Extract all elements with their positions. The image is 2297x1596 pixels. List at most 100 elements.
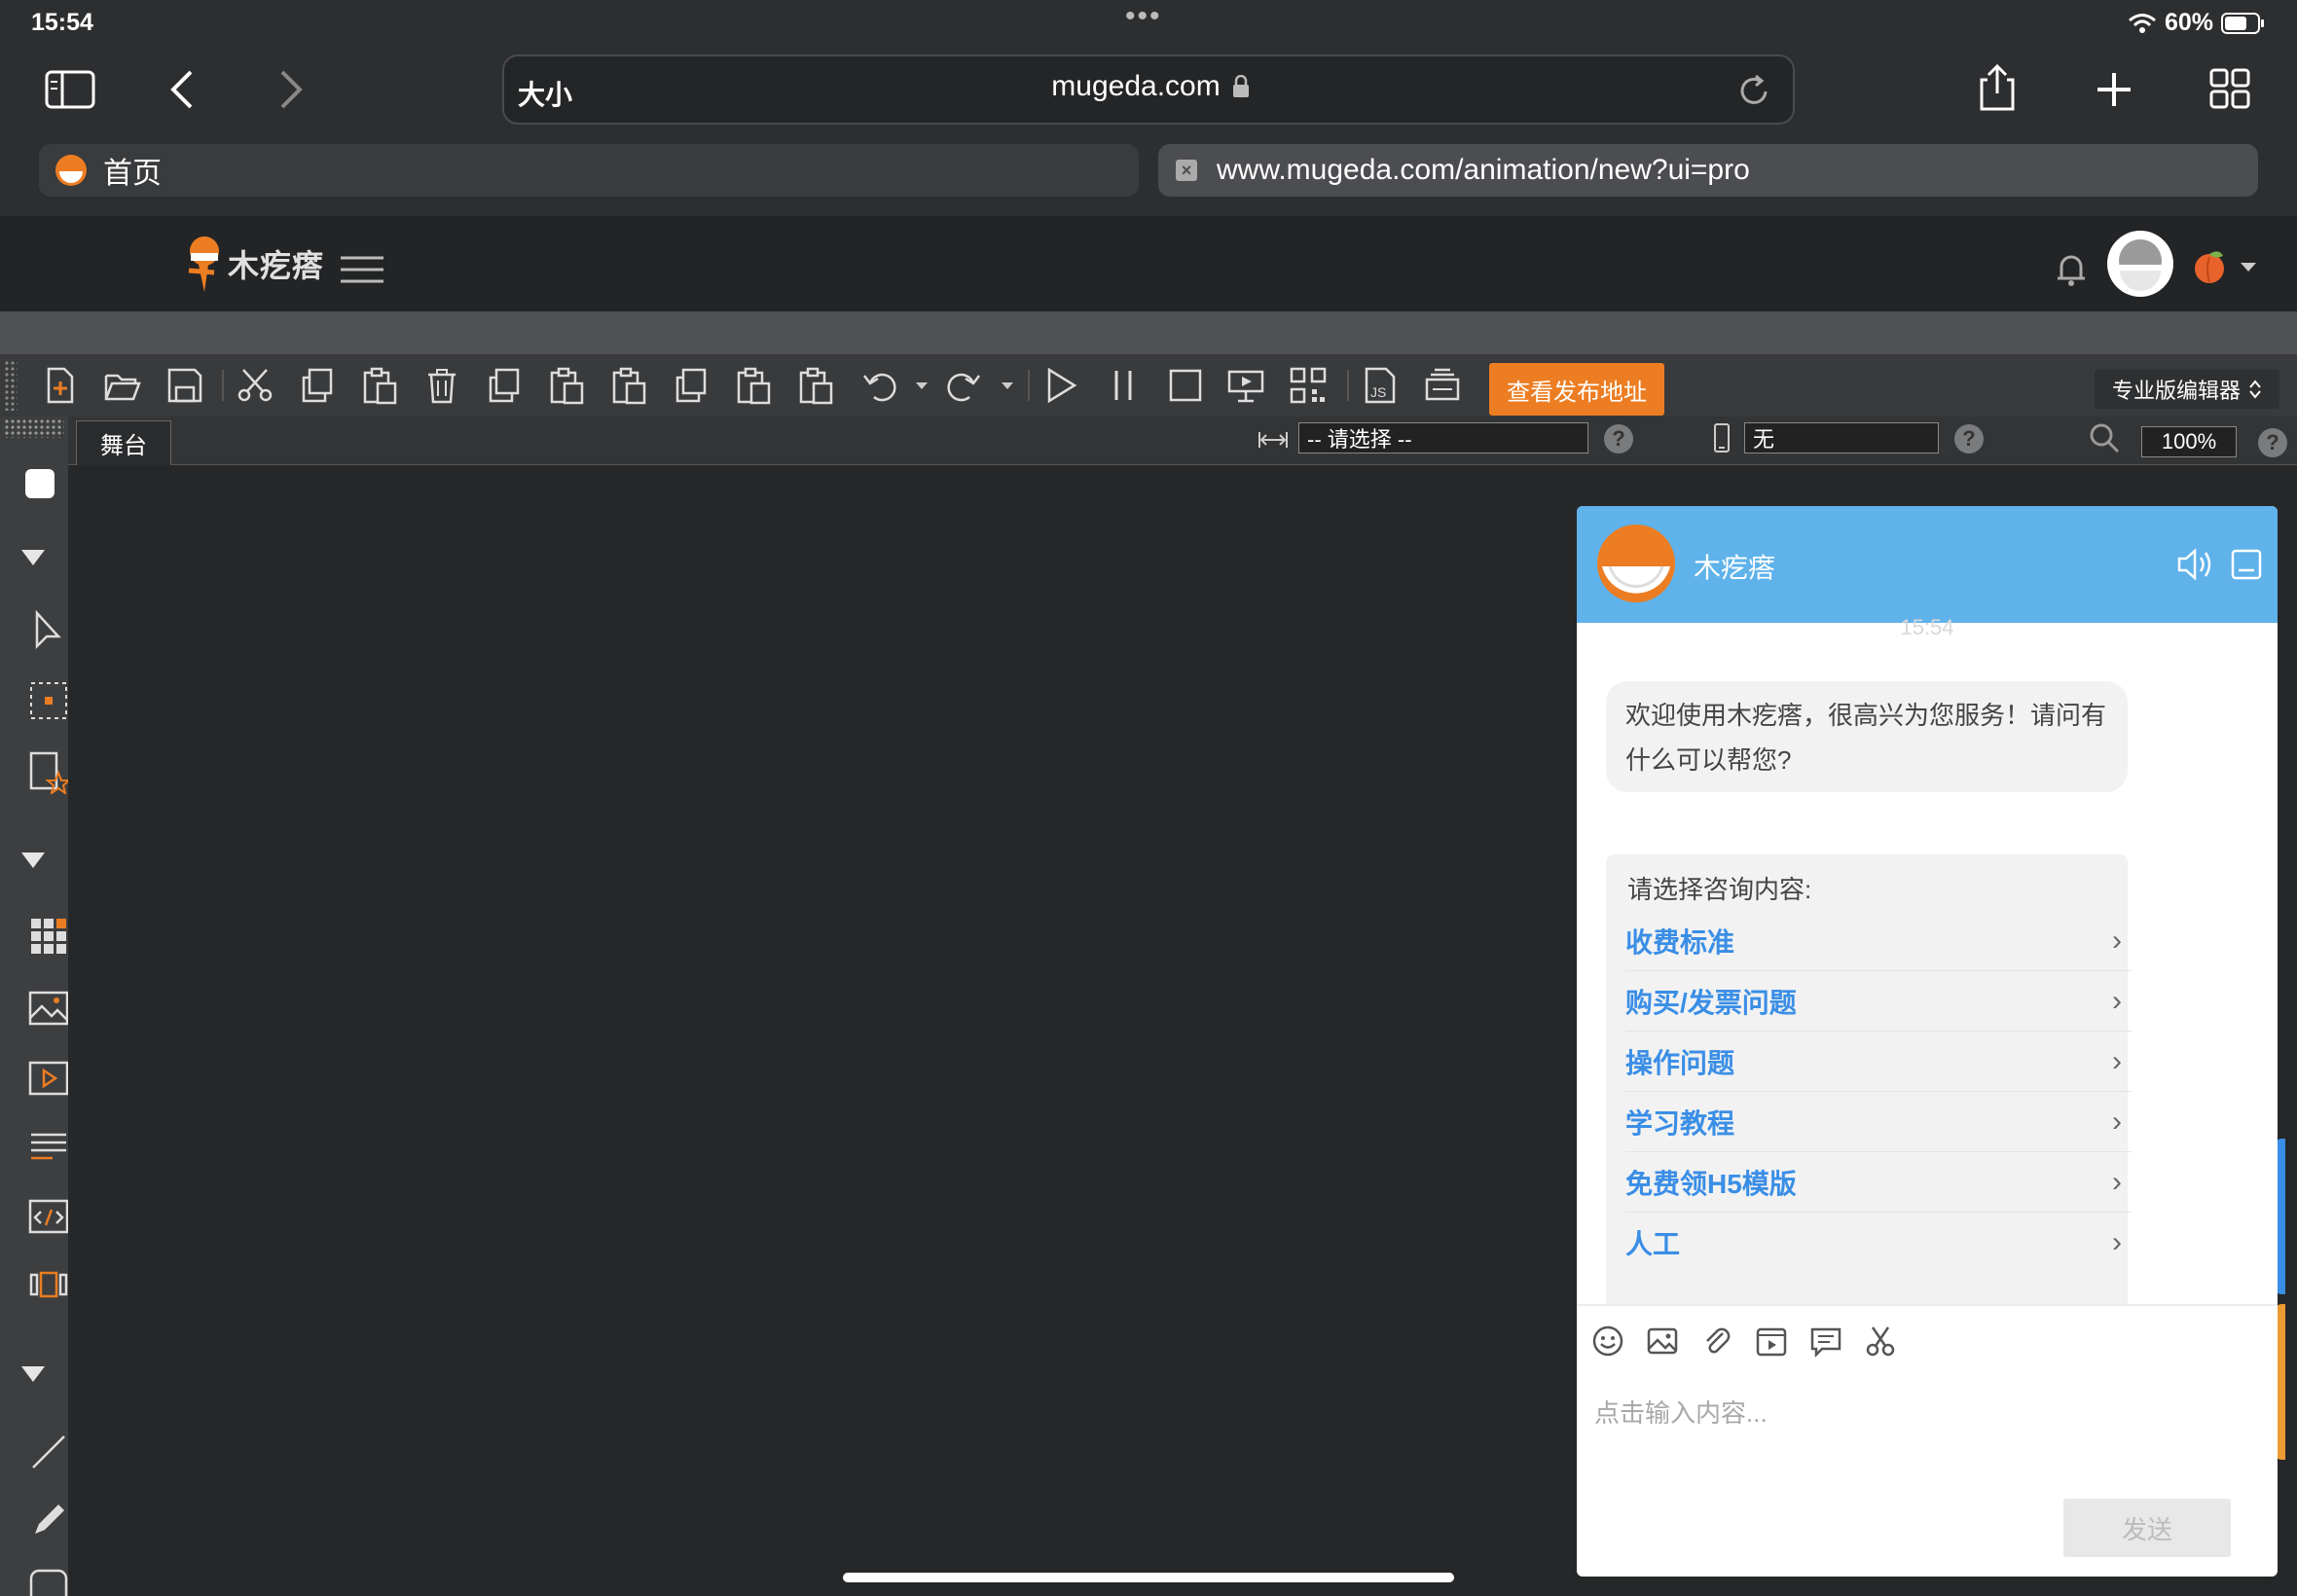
reload-icon[interactable] [1736, 72, 1771, 109]
shape-tool-icon[interactable] [27, 1567, 70, 1596]
chevron-right-icon: › [2112, 1105, 2122, 1138]
menu-item-free-template[interactable]: 免费领H5模版 › [1625, 1152, 2132, 1213]
send-button[interactable]: 发送 [2063, 1499, 2231, 1557]
chat-avatar [1597, 525, 1675, 602]
section-collapse-icon[interactable] [21, 1366, 45, 1382]
site-favicon-icon [55, 155, 87, 186]
url-text: mugeda.com [1051, 70, 1221, 102]
favorite-element-icon[interactable] [27, 751, 70, 794]
line-tool-icon[interactable] [27, 1431, 70, 1473]
editor-mode-select[interactable]: 专业版编辑器 [2095, 370, 2279, 409]
chat-timestamp: 15:54 [1900, 615, 1954, 639]
url-display[interactable]: mugeda.com [504, 70, 1797, 103]
video-icon[interactable] [27, 1057, 70, 1100]
redo-icon[interactable] [944, 366, 983, 405]
section-collapse-icon[interactable] [21, 550, 45, 565]
pencil-tool-icon[interactable] [27, 1499, 70, 1542]
video-upload-icon[interactable] [1754, 1324, 1789, 1359]
menu-item-label: 学习教程 [1625, 1107, 1735, 1139]
cut-icon[interactable] [236, 366, 274, 405]
delete-icon[interactable] [422, 366, 461, 405]
widgets-grid-icon[interactable] [27, 915, 70, 958]
text-icon[interactable] [27, 1125, 70, 1168]
toolbox-checkbox[interactable] [25, 469, 55, 498]
paste-keyframe-icon[interactable] [734, 366, 773, 405]
notification-bell-icon[interactable] [2056, 249, 2087, 288]
html-code-icon[interactable] [27, 1195, 70, 1238]
zoom-input[interactable]: 100% [2141, 426, 2237, 457]
sound-icon[interactable] [2176, 547, 2215, 582]
device-select[interactable]: 无 [1744, 422, 1939, 453]
undo-dropdown-icon[interactable] [916, 382, 928, 389]
back-icon[interactable] [167, 68, 197, 111]
sidebar-toggle-icon[interactable] [45, 70, 95, 109]
chat-input[interactable]: 点击输入内容... [1594, 1394, 2260, 1481]
hamburger-menu-icon[interactable] [341, 255, 383, 284]
screenshot-cut-icon[interactable] [1863, 1324, 1898, 1359]
redo-dropdown-icon[interactable] [1002, 382, 1013, 389]
menu-item-pricing[interactable]: 收费标准 › [1625, 911, 2132, 971]
tab-close-icon[interactable]: × [1176, 160, 1197, 181]
toolbox-grip[interactable] [4, 418, 64, 438]
paste-in-place-icon[interactable] [547, 366, 586, 405]
multitask-dots[interactable]: ••• [1125, 0, 1162, 33]
device-help-icon[interactable]: ? [1954, 424, 1984, 453]
play-icon[interactable] [1041, 366, 1080, 405]
tab-stage[interactable]: 舞台 [76, 420, 171, 465]
size-help-icon[interactable]: ? [1604, 424, 1633, 453]
menu-item-tutorial[interactable]: 学习教程 › [1625, 1092, 2132, 1152]
emoji-icon[interactable] [1590, 1324, 1625, 1359]
battery-icon [2221, 12, 2264, 34]
chat-title: 木疙瘩 [1694, 553, 1776, 583]
zoom-help-icon[interactable]: ? [2258, 428, 2287, 457]
menu-item-human[interactable]: 人工 › [1625, 1213, 2132, 1273]
menu-item-operation[interactable]: 操作问题 › [1625, 1032, 2132, 1092]
minimize-icon[interactable] [2231, 549, 2262, 580]
duplicate-icon[interactable] [485, 366, 524, 405]
menu-item-invoice[interactable]: 购买/发票问题 › [1625, 971, 2132, 1032]
qrcode-icon[interactable] [1289, 366, 1328, 405]
copy-frame-icon[interactable] [672, 366, 711, 405]
user-avatar[interactable] [2106, 230, 2174, 298]
image-icon[interactable] [27, 987, 70, 1030]
undo-icon[interactable] [860, 366, 899, 405]
menu-item-label: 收费标准 [1625, 926, 1735, 958]
open-folder-icon[interactable] [103, 366, 142, 405]
battery-percent: 60% [2164, 9, 2213, 36]
javascript-icon[interactable]: JS [1361, 366, 1400, 405]
copy-icon[interactable] [298, 366, 337, 405]
tab-editor[interactable]: × www.mugeda.com/animation/new?ui=pro [1158, 144, 2258, 197]
slideshow-icon[interactable] [27, 1263, 70, 1306]
brand-name: 木疙瘩 [228, 248, 325, 283]
view-publish-url-button[interactable]: 查看发布地址 [1489, 363, 1664, 416]
attachment-icon[interactable] [1699, 1324, 1734, 1359]
rating-icon[interactable] [1808, 1324, 1843, 1359]
tab-home[interactable]: 首页 [39, 144, 1139, 197]
paste-icon[interactable] [360, 366, 399, 405]
paste-frame-icon[interactable] [609, 366, 648, 405]
select-arrow-icon[interactable] [27, 609, 70, 652]
chevron-right-icon: › [2112, 1226, 2122, 1258]
new-tab-icon[interactable] [2095, 70, 2133, 109]
section-collapse-icon[interactable] [21, 852, 45, 868]
transform-icon[interactable] [27, 679, 70, 722]
stop-icon[interactable] [1166, 366, 1205, 405]
image-upload-icon[interactable] [1645, 1324, 1680, 1359]
welcome-message: 欢迎使用木疙瘩，很高兴为您服务！请问有什么可以帮您? [1606, 681, 2128, 792]
share-icon[interactable] [1976, 62, 2019, 113]
tab-overview-icon[interactable] [2209, 68, 2250, 109]
toolbar-grip[interactable] [4, 360, 18, 411]
brand-logo[interactable]: 木疙瘩 [185, 234, 324, 294]
paste-attributes-icon[interactable] [796, 366, 835, 405]
preview-icon[interactable] [1226, 366, 1265, 405]
save-icon[interactable] [165, 366, 204, 405]
pause-icon[interactable] [1104, 366, 1143, 405]
new-file-icon[interactable] [41, 366, 80, 405]
updown-chevron-icon [2249, 380, 2261, 399]
layers-icon[interactable] [1423, 366, 1462, 405]
forward-icon[interactable] [276, 68, 306, 111]
address-bar[interactable]: 大小 mugeda.com [502, 54, 1795, 125]
stage-size-select[interactable]: -- 请选择 -- [1298, 422, 1588, 453]
account-dropdown-icon[interactable] [2241, 263, 2256, 272]
peach-icon[interactable] [2190, 247, 2229, 284]
